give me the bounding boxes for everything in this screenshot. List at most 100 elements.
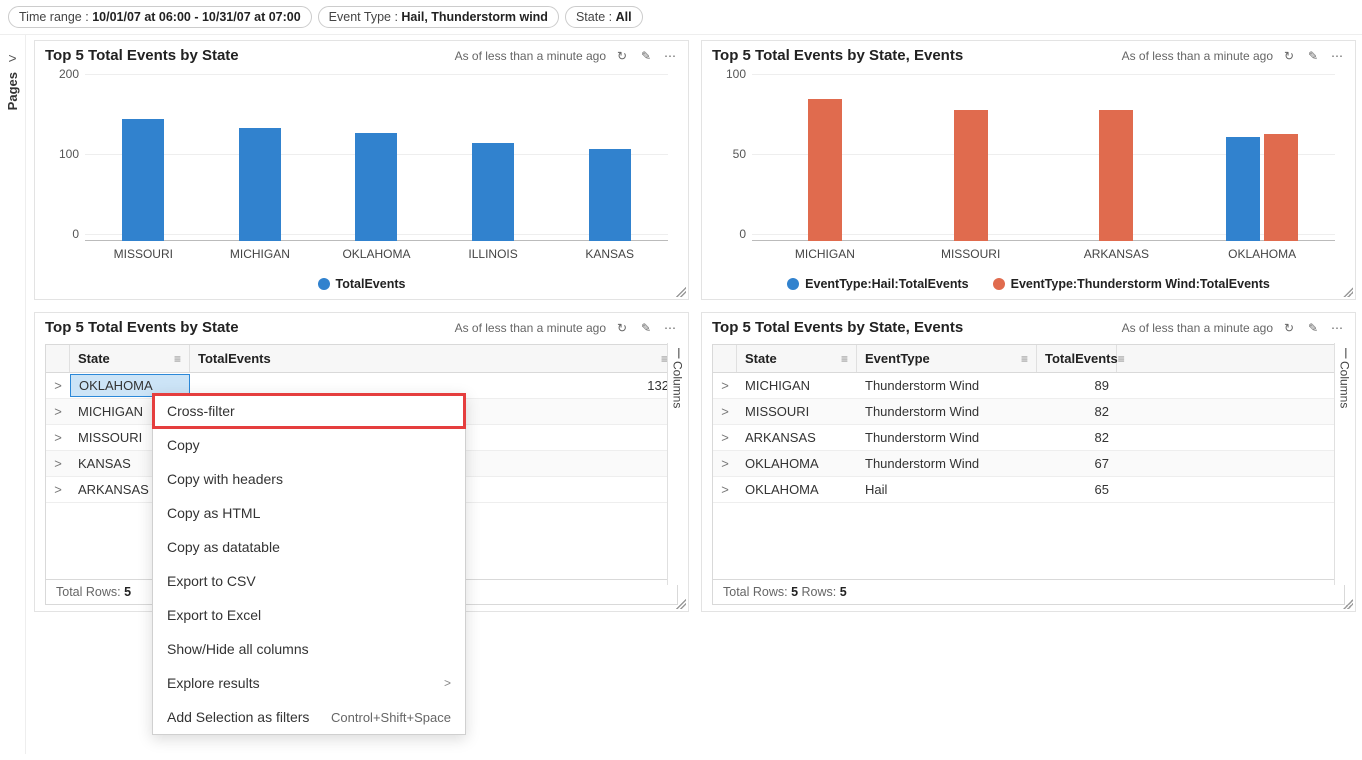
table-cell[interactable]: OKLAHOMA [737,453,857,474]
table-row[interactable]: >MICHIGANThunderstorm Wind89 [713,373,1344,399]
context-menu-item[interactable]: Explore results> [153,666,465,700]
bar[interactable] [1099,110,1133,241]
legend-item[interactable]: EventType:Hail:TotalEvents [787,277,968,291]
table-row[interactable]: >ARKANSASThunderstorm Wind82 [713,425,1344,451]
column-header[interactable]: EventType≡ [857,345,1037,372]
bar-group[interactable] [318,133,435,241]
bar[interactable] [1226,137,1260,241]
bar[interactable] [589,149,631,241]
bar[interactable] [122,119,164,241]
more-icon[interactable]: ⋯ [662,48,678,64]
table-cell[interactable]: 82 [1037,427,1117,448]
bar-group[interactable] [898,110,1044,241]
column-header[interactable]: State≡ [737,345,857,372]
context-menu-item[interactable]: Export to CSV [153,564,465,598]
column-header[interactable]: State≡ [70,345,190,372]
table-cell[interactable]: 82 [1037,401,1117,422]
context-menu-label: Export to CSV [167,573,256,589]
edit-icon[interactable]: ✎ [1305,48,1321,64]
table-cell[interactable]: Thunderstorm Wind [857,375,1037,396]
column-menu-icon[interactable]: ≡ [174,352,181,366]
expand-row-icon[interactable]: > [46,453,70,474]
column-menu-icon[interactable]: ≡ [1021,352,1028,366]
legend-item[interactable]: EventType:Thunderstorm Wind:TotalEvents [993,277,1270,291]
filter-pill[interactable]: Time range : 10/01/07 at 06:00 - 10/31/0… [8,6,312,28]
columns-rail[interactable]: |||Columns [1334,343,1354,585]
bar-group[interactable] [551,149,668,241]
expand-row-icon[interactable]: > [46,427,70,448]
column-menu-icon[interactable]: ≡ [1118,352,1125,366]
expand-row-icon[interactable]: > [46,479,70,500]
expand-row-icon[interactable]: > [713,375,737,396]
columns-rail[interactable]: |||Columns [667,343,687,585]
legend-dot-icon [993,278,1005,290]
refresh-icon[interactable]: ↻ [614,48,630,64]
table-cell[interactable]: 67 [1037,453,1117,474]
expand-row-icon[interactable]: > [713,453,737,474]
edit-icon[interactable]: ✎ [638,48,654,64]
chevron-right-icon[interactable]: > [8,50,16,66]
expand-row-icon[interactable]: > [713,401,737,422]
expand-row-icon[interactable]: > [713,427,737,448]
more-icon[interactable]: ⋯ [1329,320,1345,336]
table-cell[interactable]: ARKANSAS [737,427,857,448]
context-menu-item[interactable]: Show/Hide all columns [153,632,465,666]
chart-top-left[interactable]: 0100200MISSOURIMICHIGANOKLAHOMAILLINOISK… [45,68,678,293]
table-cell[interactable]: OKLAHOMA [737,479,857,500]
bar-group[interactable] [202,128,319,241]
table-cell[interactable]: Hail [857,479,1037,500]
resize-handle-icon[interactable] [676,599,686,609]
column-menu-icon[interactable]: ≡ [841,352,848,366]
resize-handle-icon[interactable] [676,287,686,297]
bar-group[interactable] [1044,110,1190,241]
column-header[interactable]: TotalEvents≡ [190,345,677,372]
refresh-icon[interactable]: ↻ [1281,48,1297,64]
expand-row-icon[interactable]: > [713,479,737,500]
table-cell[interactable]: MISSOURI [737,401,857,422]
edit-icon[interactable]: ✎ [1305,320,1321,336]
context-menu-label: Copy as datatable [167,539,280,555]
bar[interactable] [954,110,988,241]
table-cell[interactable]: Thunderstorm Wind [857,453,1037,474]
expand-row-icon[interactable]: > [46,401,70,422]
context-menu-item[interactable]: Copy with headers [153,462,465,496]
resize-handle-icon[interactable] [1343,599,1353,609]
table-cell[interactable]: 89 [1037,375,1117,396]
table-cell[interactable]: Thunderstorm Wind [857,427,1037,448]
table-cell[interactable]: 65 [1037,479,1117,500]
bar[interactable] [239,128,281,241]
context-menu-item[interactable]: Export to Excel [153,598,465,632]
bar[interactable] [1264,134,1298,241]
resize-handle-icon[interactable] [1343,287,1353,297]
context-menu-item[interactable]: Cross-filter [153,394,465,428]
bar-group[interactable] [85,119,202,241]
refresh-icon[interactable]: ↻ [614,320,630,336]
table-row[interactable]: >MISSOURIThunderstorm Wind82 [713,399,1344,425]
bar[interactable] [472,143,514,241]
bar-group[interactable] [752,99,898,241]
bar[interactable] [355,133,397,241]
legend-item[interactable]: TotalEvents [318,277,406,291]
filter-pill[interactable]: State : All [565,6,643,28]
context-menu-item[interactable]: Copy as HTML [153,496,465,530]
edit-icon[interactable]: ✎ [638,320,654,336]
refresh-icon[interactable]: ↻ [1281,320,1297,336]
context-menu-label: Show/Hide all columns [167,641,309,657]
pages-rail[interactable]: > Pages [0,34,26,754]
context-menu-item[interactable]: Copy as datatable [153,530,465,564]
filter-pill[interactable]: Event Type : Hail, Thunderstorm wind [318,6,559,28]
table-cell[interactable]: Thunderstorm Wind [857,401,1037,422]
context-menu-item[interactable]: Add Selection as filtersControl+Shift+Sp… [153,700,465,734]
chart-top-right[interactable]: 050100MICHIGANMISSOURIARKANSASOKLAHOMAEv… [712,68,1345,293]
table-row[interactable]: >OKLAHOMAThunderstorm Wind67 [713,451,1344,477]
table-row[interactable]: >OKLAHOMAHail65 [713,477,1344,503]
more-icon[interactable]: ⋯ [662,320,678,336]
context-menu-item[interactable]: Copy [153,428,465,462]
bar-group[interactable] [435,143,552,241]
expand-row-icon[interactable]: > [46,375,70,396]
more-icon[interactable]: ⋯ [1329,48,1345,64]
bar-group[interactable] [1189,134,1335,241]
table-cell[interactable]: MICHIGAN [737,375,857,396]
bar[interactable] [808,99,842,241]
column-header[interactable]: TotalEvents≡ [1037,345,1117,372]
